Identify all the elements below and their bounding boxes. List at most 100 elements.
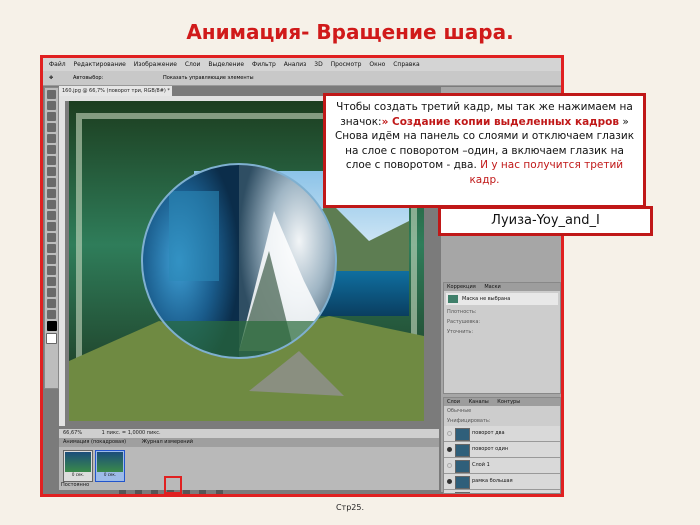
visibility-eye-icon[interactable] (447, 479, 452, 484)
move-tool-icon[interactable] (47, 90, 56, 99)
play-icon[interactable] (151, 490, 159, 494)
loop-select[interactable]: Постоянно (61, 482, 89, 488)
background-color-swatch[interactable] (46, 333, 57, 344)
3d-rotate-icon[interactable] (47, 288, 56, 297)
zoom-level[interactable]: 66,67% (63, 430, 82, 436)
menu-item-filter[interactable]: Фильтр (252, 61, 276, 68)
lasso-tool-icon[interactable] (47, 112, 56, 121)
menu-item-help[interactable]: Справка (393, 61, 419, 68)
menu-item-layers[interactable]: Слои (185, 61, 201, 68)
menu-item-3d[interactable]: 3D (314, 61, 322, 68)
layer-row[interactable]: поворот один (444, 442, 560, 458)
layer-name: поворот два (472, 430, 505, 436)
layer-thumbnail (455, 492, 470, 493)
page-number: Стр25. (335, 503, 365, 512)
layer-row[interactable]: рамка большая (444, 474, 560, 490)
tab-masks[interactable]: Маски (484, 284, 500, 290)
masks-panel-tabs: Коррекция Маски (444, 283, 560, 291)
layer-name: Слой 1 (472, 462, 490, 468)
layer-list: поворот два поворот один Слой 1 рамка больш… (444, 426, 560, 493)
stamp-tool-icon[interactable] (47, 178, 56, 187)
blur-tool-icon[interactable] (47, 222, 56, 231)
type-tool-icon[interactable] (47, 255, 56, 264)
author-signature: Луиза-Yoy_and_I (438, 206, 653, 236)
tab-paths[interactable]: Контуры (497, 399, 520, 405)
foreground-color-swatch[interactable] (46, 321, 57, 331)
ruler-vertical (59, 96, 65, 426)
gradient-tool-icon[interactable] (47, 211, 56, 220)
frame-thumbnail (97, 452, 123, 472)
layer-row[interactable]: поворот два (444, 426, 560, 442)
pen-tool-icon[interactable] (47, 244, 56, 253)
menu-item-select[interactable]: Выделение (208, 61, 244, 68)
crop-tool-icon[interactable] (47, 134, 56, 143)
menu-item-view[interactable]: Просмотр (331, 61, 362, 68)
frame-delay[interactable]: 0 сек. (72, 472, 84, 477)
density-label: Плотность: (447, 309, 477, 315)
tab-animation[interactable]: Анимация (покадровая) (63, 439, 126, 445)
first-frame-icon[interactable] (119, 490, 126, 494)
status-bar: 66,67% 1 пикс. = 1,0000 пикс. (59, 429, 439, 438)
visibility-eye-icon[interactable] (447, 431, 452, 436)
document-info: 1 пикс. = 1,0000 пикс. (101, 430, 161, 436)
animation-frame[interactable]: 0 сек. (63, 450, 93, 482)
previous-frame-icon[interactable] (135, 490, 143, 494)
frame-delay[interactable]: 0 сек. (104, 472, 116, 477)
autoselect-checkbox[interactable]: Автовыбор: (73, 71, 103, 85)
document-tab[interactable]: 160.jpg @ 66,7% (поворот три, RGB/8#) * (59, 86, 172, 96)
menu-item-edit[interactable]: Редактирование (74, 61, 126, 68)
tween-icon[interactable] (183, 490, 191, 494)
menu-item-image[interactable]: Изображение (134, 61, 177, 68)
callout-highlight-result: И у нас получится третий кадр. (469, 159, 624, 186)
feather-label: Растушевка: (447, 319, 481, 325)
history-brush-icon[interactable] (47, 189, 56, 198)
eraser-tool-icon[interactable] (47, 200, 56, 209)
layers-panel-tabs: Слои Каналы Контуры (444, 398, 560, 406)
marquee-tool-icon[interactable] (47, 101, 56, 110)
quick-select-tool-icon[interactable] (47, 123, 56, 132)
zoom-tool-icon[interactable] (47, 310, 56, 319)
animation-frame-selected[interactable]: 0 сек. (95, 450, 125, 482)
hand-tool-icon[interactable] (47, 299, 56, 308)
layer-row[interactable]: фон два (444, 490, 560, 493)
menu-item-file[interactable]: Файл (49, 61, 66, 68)
delete-frame-icon[interactable] (215, 490, 223, 494)
unify-label: Унифицировать: (447, 418, 491, 424)
layer-thumbnail (455, 460, 470, 473)
shape-tool-icon[interactable] (47, 277, 56, 286)
layers-panel: Слои Каналы Контуры Обычные Унифицироват… (443, 397, 561, 494)
callout-highlight-duplicate: » Создание копии выделенных кадров (381, 115, 620, 128)
show-controls-checkbox[interactable]: Показать управляющие элементы (163, 71, 254, 85)
tab-measurement-log[interactable]: Журнал измерений (142, 439, 193, 445)
masks-panel: Коррекция Маски Маска не выбрана Плотнос… (443, 282, 561, 394)
menu-item-analysis[interactable]: Анализ (284, 61, 307, 68)
options-bar: ✥ Автовыбор: Показать управляющие элемен… (43, 71, 561, 86)
visibility-eye-icon[interactable] (447, 447, 452, 452)
blend-mode-select[interactable]: Обычные (444, 406, 560, 416)
menu-bar: Файл Редактирование Изображение Слои Выд… (43, 58, 561, 71)
animation-panel: Анимация (покадровая) Журнал измерений 0… (59, 438, 439, 494)
layer-thumbnail (455, 444, 470, 457)
layer-name: поворот один (472, 446, 509, 452)
move-tool-icon[interactable]: ✥ (49, 71, 53, 85)
dodge-tool-icon[interactable] (47, 233, 56, 242)
duplicate-frame-icon[interactable] (199, 490, 207, 494)
animation-panel-tabs: Анимация (покадровая) Журнал измерений (59, 438, 439, 447)
instruction-callout: Чтобы создать третий кадр, мы так же наж… (323, 93, 646, 208)
layer-thumbnail (455, 476, 470, 489)
slide-title: Анимация- Вращение шара. (186, 20, 514, 44)
toolbox (44, 87, 59, 389)
layer-row[interactable]: Слой 1 (444, 458, 560, 474)
visibility-eye-icon[interactable] (447, 463, 452, 468)
brush-tool-icon[interactable] (47, 167, 56, 176)
duplicate-frame-highlight (164, 476, 182, 494)
tab-layers[interactable]: Слои (447, 399, 460, 405)
tab-channels[interactable]: Каналы (469, 399, 489, 405)
healing-tool-icon[interactable] (47, 156, 56, 165)
refine-label: Уточнить: (447, 329, 474, 335)
mask-status: Маска не выбрана (446, 293, 558, 305)
eyedropper-tool-icon[interactable] (47, 145, 56, 154)
path-select-icon[interactable] (47, 266, 56, 275)
tab-adjustments[interactable]: Коррекция (447, 284, 476, 290)
menu-item-window[interactable]: Окно (369, 61, 385, 68)
